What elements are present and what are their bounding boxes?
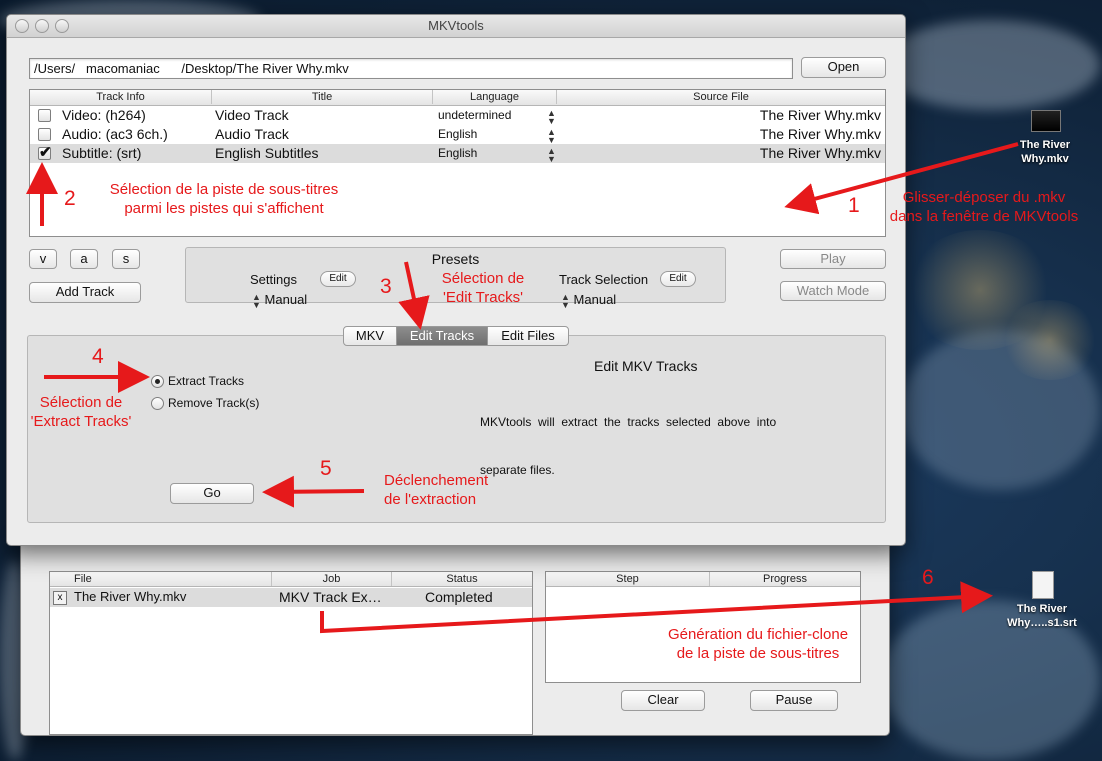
column-file[interactable]: File (50, 572, 272, 586)
annotation-number-1: 1 (848, 194, 860, 217)
remove-tracks-radio[interactable] (151, 397, 164, 410)
track-checkbox-video[interactable] (38, 109, 51, 122)
window-title: MKVtools (428, 18, 484, 33)
annotation-select-edit-tracks: Sélection de 'Edit Tracks' (441, 270, 525, 306)
video-track-button[interactable]: v (29, 249, 57, 269)
annotation-number-6: 6 (922, 566, 934, 589)
clear-button[interactable]: Clear (621, 690, 705, 711)
job-row[interactable]: x The River Why.mkv MKV Track Ex… Comple… (50, 588, 532, 607)
remove-tracks-label[interactable]: Remove Track(s) (168, 396, 259, 410)
job-file: The River Why.mkv (74, 589, 187, 604)
track-selection-popup[interactable]: ▲ ▼ Manual (561, 292, 616, 311)
play-button[interactable]: Play (780, 249, 886, 269)
track-language[interactable]: undetermined (438, 108, 511, 122)
track-title: English Subtitles (215, 145, 319, 161)
track-source: The River Why.mkv (759, 107, 881, 123)
annotation-number-2: 2 (64, 187, 76, 210)
track-selection-label: Track Selection (559, 272, 649, 287)
column-title[interactable]: Title (212, 90, 433, 104)
settings-label: Settings (250, 272, 297, 287)
track-title: Video Track (215, 107, 289, 123)
language-popup-icon[interactable]: ▲ ▼ (547, 147, 556, 164)
track-row-subtitle[interactable]: ✔ Subtitle: (srt) English Subtitles Engl… (30, 144, 885, 164)
track-source: The River Why.mkv (759, 145, 881, 161)
edit-description: MKVtools will extract the tracks selecte… (480, 415, 777, 477)
annotation-clone-generated: Génération du fichier-clone de la piste … (667, 626, 849, 662)
jobs-table: File Job Status x The River Why.mkv MKV … (49, 571, 533, 735)
annotation-drag-drop: Glisser-déposer du .mkv dans la fenêtre … (889, 189, 1079, 225)
remove-job-button[interactable]: x (53, 591, 67, 605)
settings-edit-button[interactable]: Edit (320, 271, 356, 287)
column-track-info[interactable]: Track Info (30, 90, 212, 104)
column-progress[interactable]: Progress (710, 572, 860, 586)
tab-edit-files[interactable]: Edit Files (487, 326, 569, 346)
mkv-file-label[interactable]: The River Why.mkv (1004, 138, 1086, 166)
mkv-file-icon[interactable] (1031, 110, 1061, 132)
column-step[interactable]: Step (546, 572, 710, 586)
tab-edit-tracks[interactable]: Edit Tracks (396, 326, 488, 346)
title-bar[interactable]: MKVtools (7, 15, 905, 38)
track-checkbox-subtitle[interactable]: ✔ (38, 144, 52, 161)
track-checkbox-audio[interactable] (38, 128, 51, 141)
tab-mkv[interactable]: MKV (343, 326, 397, 346)
file-path-input[interactable]: /Users/ macomaniac /Desktop/The River Wh… (29, 58, 793, 79)
track-source: The River Why.mkv (759, 126, 881, 142)
srt-file-label[interactable]: The River Why…..s1.srt (1000, 602, 1084, 630)
track-row-audio[interactable]: Audio: (ac3 6ch.) Audio Track English ▲ ▼… (30, 125, 885, 145)
language-popup-icon[interactable]: ▲ ▼ (547, 128, 556, 145)
subtitle-track-button[interactable]: s (112, 249, 140, 269)
open-button[interactable]: Open (801, 57, 886, 78)
go-button[interactable]: Go (170, 483, 254, 504)
track-selection-edit-button[interactable]: Edit (660, 271, 696, 287)
track-row-video[interactable]: Video: (h264) Video Track undetermined ▲… (30, 106, 885, 126)
language-popup-icon[interactable]: ▲ ▼ (547, 109, 556, 126)
add-track-button[interactable]: Add Track (29, 282, 141, 303)
column-language[interactable]: Language (433, 90, 557, 104)
column-job[interactable]: Job (272, 572, 392, 586)
column-source-file[interactable]: Source File (557, 90, 885, 104)
track-info: Subtitle: (srt) (62, 145, 142, 161)
extract-tracks-radio[interactable] (151, 375, 164, 388)
annotation-number-5: 5 (320, 457, 332, 480)
settings-popup-icon: ▲ ▼ (252, 292, 261, 310)
annotation-number-3: 3 (380, 275, 392, 298)
track-info: Video: (h264) (62, 107, 146, 123)
audio-track-button[interactable]: a (70, 249, 98, 269)
track-title: Audio Track (215, 126, 289, 142)
job-type: MKV Track Ex… (279, 589, 382, 605)
tab-bar: MKV Edit Tracks Edit Files (343, 326, 569, 346)
track-language[interactable]: English (438, 146, 477, 160)
srt-file-icon[interactable] (1032, 571, 1054, 599)
annotation-select-subtitle: Sélection de la piste de sous-titres par… (109, 181, 339, 217)
pause-button[interactable]: Pause (750, 690, 838, 711)
column-status[interactable]: Status (392, 572, 532, 586)
job-status: Completed (425, 589, 493, 605)
annotation-start-extraction: Déclenchement de l'extraction (384, 472, 489, 508)
track-selection-popup-icon: ▲ ▼ (561, 292, 570, 310)
annotation-number-4: 4 (92, 345, 104, 368)
extract-tracks-label[interactable]: Extract Tracks (168, 374, 244, 388)
watch-mode-button[interactable]: Watch Mode (780, 281, 886, 301)
track-info: Audio: (ac3 6ch.) (62, 126, 168, 142)
presets-title: Presets (431, 251, 480, 267)
checkmark-icon: ✔ (39, 144, 52, 161)
edit-heading: Edit MKV Tracks (594, 358, 698, 374)
track-language[interactable]: English (438, 127, 477, 141)
settings-popup[interactable]: ▲ ▼ Manual (252, 292, 307, 311)
annotation-select-extract: Sélection de 'Extract Tracks' (30, 394, 132, 430)
